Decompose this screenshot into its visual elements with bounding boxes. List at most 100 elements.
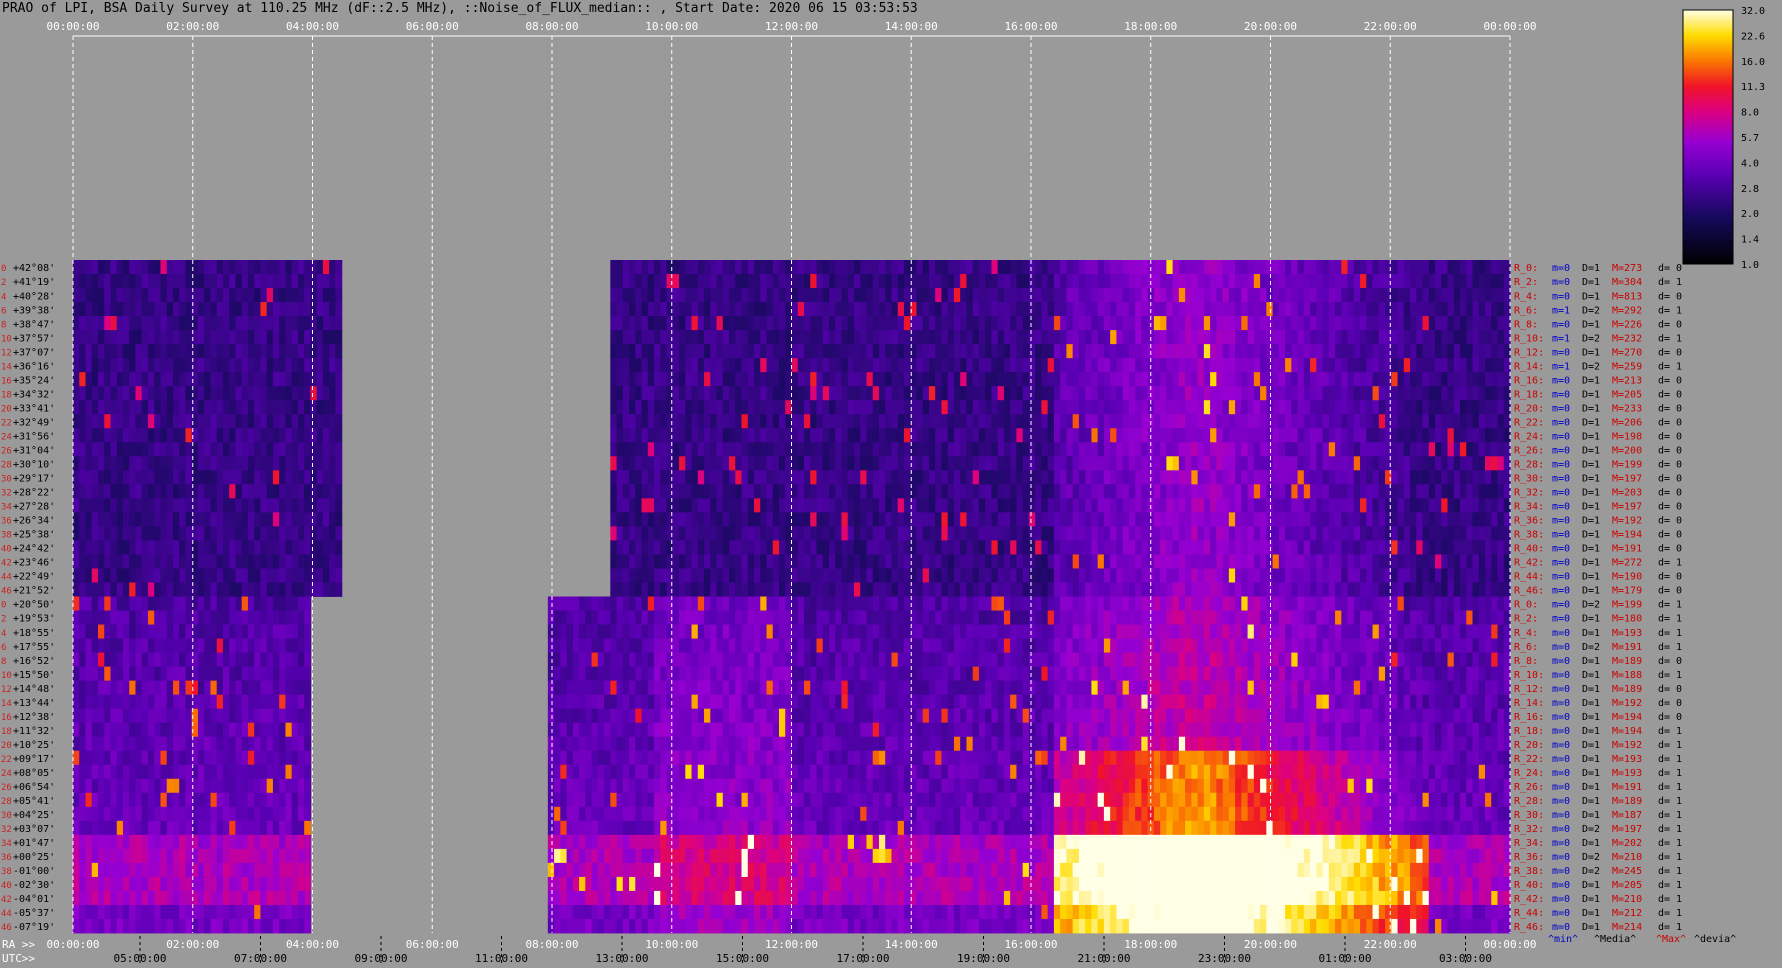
heatmap-cell: [241, 610, 249, 625]
heatmap-cell: [647, 470, 655, 485]
heatmap-cell: [1060, 330, 1068, 345]
heatmap-cell: [685, 260, 693, 275]
heatmap-cell: [629, 568, 636, 583]
heatmap-cell: [1391, 358, 1399, 373]
heatmap-cell: [754, 330, 761, 345]
heatmap-cell: [847, 484, 855, 499]
heatmap-cell: [1441, 540, 1449, 555]
heatmap-cell: [197, 358, 205, 373]
heatmap-cell: [197, 526, 205, 541]
heatmap-cell: [1453, 372, 1461, 387]
heatmap-cell: [1253, 358, 1261, 373]
heatmap-cell: [310, 484, 318, 499]
heatmap-cell: [1091, 498, 1099, 513]
heatmap-cell: [772, 442, 780, 457]
heatmap-cell: [610, 610, 618, 625]
heatmap-cell: [1360, 456, 1367, 471]
heatmap-cell: [185, 288, 193, 303]
heatmap-cell: [866, 582, 874, 597]
heatmap-cell: [1460, 302, 1467, 317]
heatmap-cell: [1210, 260, 1217, 275]
heatmap-cell: [629, 470, 636, 485]
heatmap-cell: [1053, 302, 1061, 317]
heatmap-cell: [216, 512, 224, 527]
heatmap-cell: [616, 582, 624, 597]
heatmap-cell: [797, 470, 805, 485]
heatmap-cell: [1078, 596, 1086, 611]
heatmap-cell: [747, 428, 755, 443]
heatmap-cell: [1191, 498, 1199, 513]
heatmap-cell: [1447, 568, 1455, 583]
heatmap-cell: [1366, 344, 1374, 359]
heatmap-cell: [1416, 456, 1424, 471]
heatmap-cell: [73, 316, 80, 331]
heatmap-cell: [610, 484, 618, 499]
heatmap-cell: [1078, 344, 1086, 359]
heatmap-cell: [229, 386, 237, 401]
heatmap-cell: [1428, 456, 1436, 471]
heatmap-cell: [772, 470, 780, 485]
heatmap-cell: [991, 596, 999, 611]
heatmap-cell: [1241, 540, 1249, 555]
heatmap-cell: [766, 526, 774, 541]
heatmap-cell: [222, 302, 230, 317]
heatmap-cell: [291, 470, 299, 485]
heatmap-cell: [747, 582, 755, 597]
heatmap-cell: [1135, 484, 1142, 499]
heatmap-cell: [972, 554, 980, 569]
heatmap-cell: [1272, 260, 1280, 275]
heatmap-cell: [1197, 554, 1205, 569]
heatmap-cell: [241, 512, 249, 527]
heatmap-cell: [866, 624, 874, 639]
heatmap-cell: [1060, 358, 1068, 373]
heatmap-cell: [716, 484, 724, 499]
heatmap-cell: [1210, 386, 1217, 401]
heatmap-cell: [972, 582, 980, 597]
heatmap-cell: [1091, 414, 1099, 429]
heatmap-cell: [1310, 456, 1317, 471]
heatmap-cell: [903, 498, 911, 513]
heatmap-cell: [729, 414, 736, 429]
heatmap-cell: [291, 288, 299, 303]
heatmap-cell: [1141, 484, 1149, 499]
heatmap-cell: [179, 470, 187, 485]
heatmap-cell: [1460, 316, 1467, 331]
heatmap-cell: [279, 554, 287, 569]
heatmap-cell: [272, 414, 280, 429]
heatmap-cell: [1328, 344, 1336, 359]
heatmap-cell: [1010, 372, 1018, 387]
heatmap-cell: [310, 358, 318, 373]
heatmap-cell: [1385, 554, 1392, 569]
heatmap-cell: [1447, 512, 1455, 527]
heatmap-cell: [616, 442, 624, 457]
heatmap-cell: [229, 414, 237, 429]
heatmap-cell: [1310, 260, 1317, 275]
heatmap-cell: [922, 498, 930, 513]
heatmap-cell: [1335, 358, 1342, 373]
heatmap-cell: [1341, 288, 1349, 303]
heatmap-cell: [810, 288, 818, 303]
heatmap-cell: [204, 274, 212, 289]
heatmap-cell: [660, 400, 668, 415]
heatmap-cell: [1078, 582, 1086, 597]
heatmap-cell: [1403, 386, 1411, 401]
heatmap-cell: [1360, 540, 1367, 555]
heatmap-cell: [685, 358, 693, 373]
heatmap-cell: [1091, 400, 1099, 415]
heatmap-cell: [691, 428, 699, 443]
heatmap-cell: [1391, 484, 1399, 499]
heatmap-cell: [866, 540, 874, 555]
heatmap-cell: [1172, 554, 1180, 569]
heatmap-cell: [1422, 428, 1430, 443]
heatmap-cell: [754, 498, 761, 513]
heatmap-cell: [716, 470, 724, 485]
heatmap-cell: [1066, 358, 1074, 373]
heatmap-cell: [316, 456, 324, 471]
heatmap-cell: [853, 596, 861, 611]
heatmap-cell: [116, 568, 124, 583]
heatmap-cell: [1066, 274, 1074, 289]
heatmap-cell: [222, 386, 230, 401]
heatmap-cell: [104, 456, 112, 471]
heatmap-cell: [828, 526, 836, 541]
heatmap-cell: [1441, 428, 1449, 443]
